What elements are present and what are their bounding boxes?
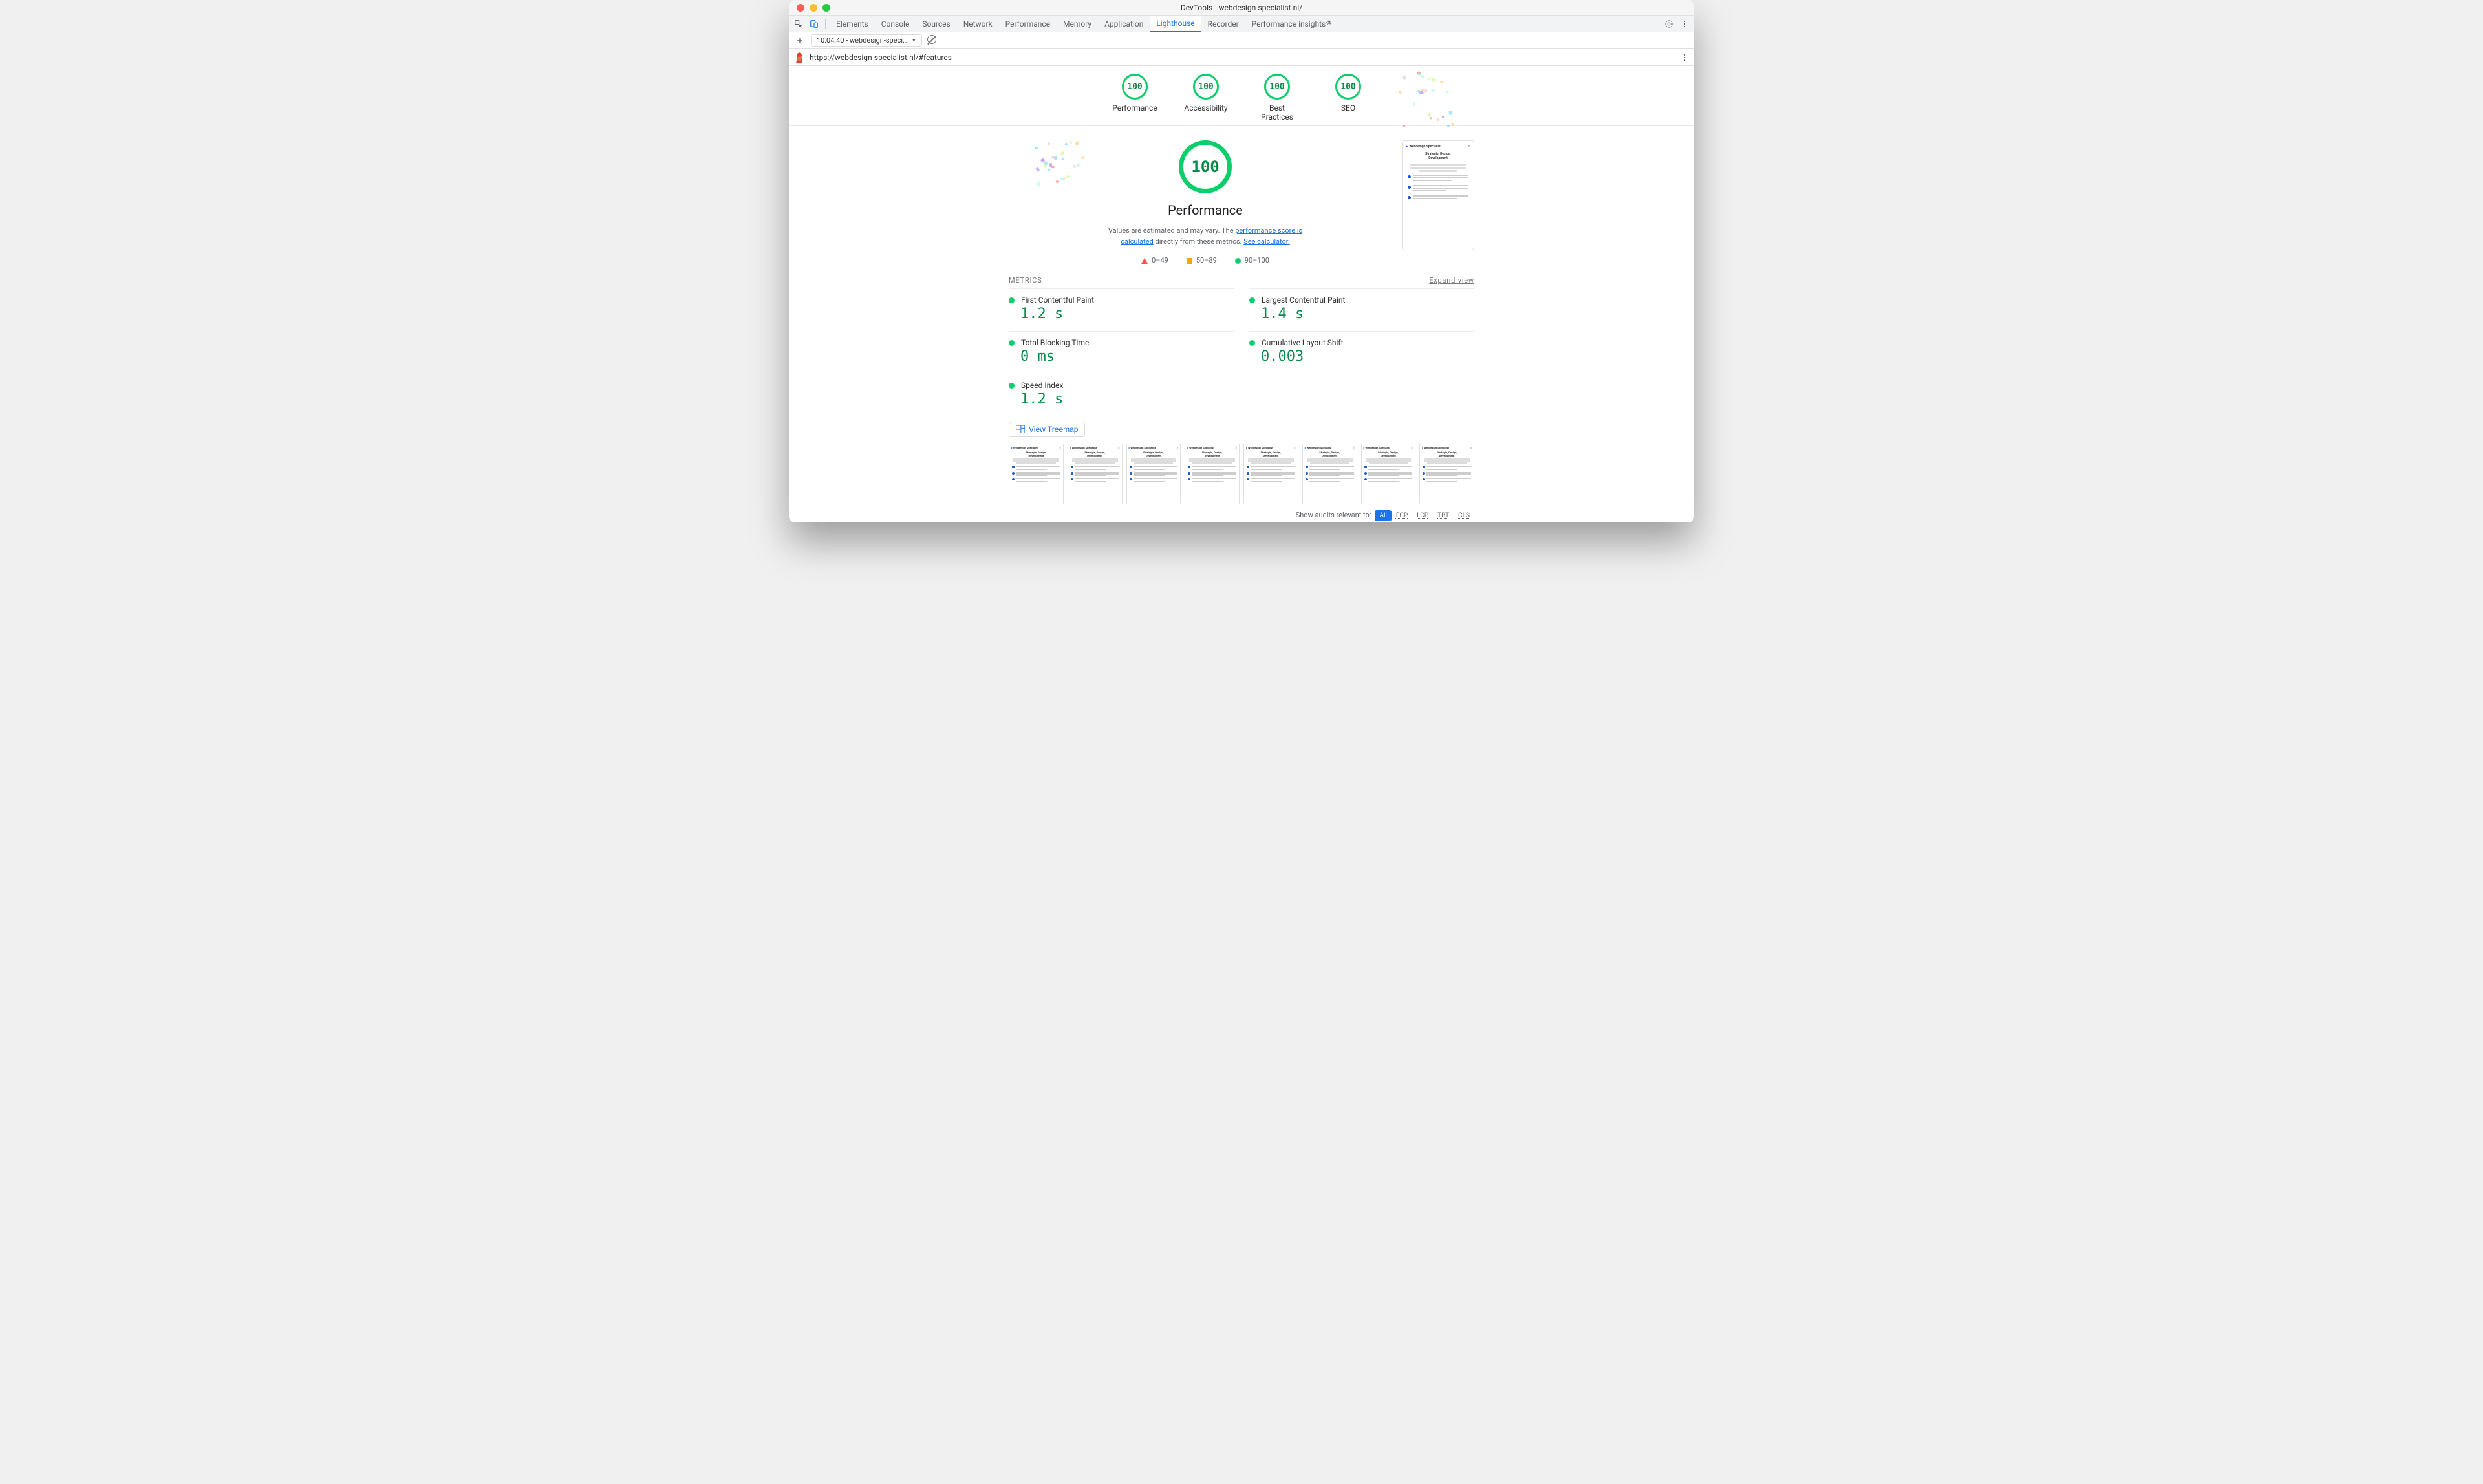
gauge-score: 100	[1193, 74, 1219, 100]
url-row: https://webdesign-specialist.nl/#feature…	[789, 49, 1694, 66]
filter-chip-lcp[interactable]: LCP	[1412, 510, 1433, 521]
filter-chip-fcp[interactable]: FCP	[1392, 510, 1412, 521]
filter-label: Show audits relevant to:	[1296, 511, 1371, 519]
metric-value: 0.003	[1249, 349, 1474, 365]
metric-value: 1.2 s	[1009, 306, 1234, 322]
filmstrip: ▸Webdesign Specialist≡Strategie, Design,…	[1009, 444, 1474, 504]
gauge-label: Best Practices	[1254, 103, 1300, 122]
lighthouse-toolbar: + 10:04:40 - webdesign-speci… ▼	[789, 32, 1694, 49]
metrics-heading: METRICS	[1009, 276, 1042, 285]
metrics-grid: First Contentful Paint1.2 sLargest Conte…	[1009, 288, 1474, 416]
gauge-label: SEO	[1341, 103, 1355, 113]
pass-bullet-icon	[1009, 383, 1015, 389]
devtools-tab-network[interactable]: Network	[957, 16, 999, 32]
devtools-tab-strip: ElementsConsoleSourcesNetworkPerformance…	[789, 16, 1694, 32]
page-screenshot-preview: ▸ Webdesign Specialist ≡ Strategie, Desi…	[1402, 140, 1474, 250]
beaker-icon: ⚗	[1326, 20, 1331, 27]
pass-bullet-icon	[1249, 340, 1255, 346]
summary-gauges: 100 Performance 100 Accessibility 100 Best Pr…	[789, 66, 1694, 126]
devtools-tab-memory[interactable]: Memory	[1057, 16, 1098, 32]
inspect-element-icon[interactable]	[791, 17, 806, 31]
mac-titlebar: DevTools - webdesign-specialist.nl/	[789, 0, 1694, 16]
see-calculator-link[interactable]: See calculator.	[1243, 237, 1290, 246]
expand-view-toggle[interactable]: Expand view	[1429, 276, 1474, 285]
performance-description: Values are estimated and may vary. The p…	[1095, 226, 1315, 247]
metrics-section-head: METRICS Expand view	[1009, 276, 1474, 285]
report-selector[interactable]: 10:04:40 - webdesign-speci… ▼	[811, 34, 922, 47]
clear-icon[interactable]	[927, 35, 936, 46]
filter-chip-tbt[interactable]: TBT	[1433, 510, 1454, 521]
summary-gauge-performance[interactable]: 100 Performance	[1112, 74, 1157, 122]
summary-gauge-accessibility[interactable]: 100 Accessibility	[1183, 74, 1229, 122]
metric-cumulative-layout-shift: Cumulative Layout Shift 0.003	[1249, 331, 1474, 374]
filter-chip-all[interactable]: All	[1375, 510, 1391, 521]
report-selector-label: 10:04:40 - webdesign-speci…	[817, 36, 907, 45]
metric-first-contentful-paint: First Contentful Paint1.2 s	[1009, 288, 1234, 331]
traffic-lights	[789, 4, 830, 12]
devtools-tab-lighthouse[interactable]: Lighthouse	[1150, 16, 1201, 32]
close-window-button[interactable]	[797, 4, 804, 12]
summary-gauge-best-practices[interactable]: 100 Best Practices	[1254, 74, 1300, 122]
more-vert-icon[interactable]	[1677, 17, 1692, 31]
chevron-down-icon: ▼	[911, 38, 916, 43]
performance-summary: 100 Performance Values are estimated and…	[1076, 140, 1335, 264]
metric-speed-index: Speed Index1.2 s	[1009, 374, 1234, 416]
summary-gauge-seo[interactable]: 100 SEO	[1326, 74, 1371, 122]
gauge-score: 100	[1264, 74, 1290, 100]
window-title: DevTools - webdesign-specialist.nl/	[1181, 3, 1302, 12]
legend-average-icon	[1187, 258, 1192, 264]
lighthouse-report: 100 Performance 100 Accessibility 100 Best Pr…	[789, 66, 1694, 522]
filmstrip-thumbnail[interactable]: ▸Webdesign Specialist≡Strategie, Design,…	[1009, 444, 1064, 504]
filmstrip-thumbnail[interactable]: ▸Webdesign Specialist≡Strategie, Design,…	[1361, 444, 1416, 504]
gauge-label: Performance	[1112, 103, 1157, 113]
devtools-tab-recorder[interactable]: Recorder	[1201, 16, 1245, 32]
filmstrip-thumbnail[interactable]: ▸Webdesign Specialist≡Strategie, Design,…	[1243, 444, 1298, 504]
metric-name: Largest Contentful Paint	[1262, 296, 1345, 305]
filmstrip-thumbnail[interactable]: ▸Webdesign Specialist≡Strategie, Design,…	[1302, 444, 1357, 504]
metric-value: 1.2 s	[1009, 391, 1234, 407]
gauge-label: Accessibility	[1184, 103, 1227, 113]
metric-name: Speed Index	[1021, 381, 1063, 390]
gauge-score: 100	[1335, 74, 1361, 100]
treemap-icon	[1016, 425, 1025, 433]
device-toggle-icon[interactable]	[807, 17, 821, 31]
fullscreen-window-button[interactable]	[822, 4, 830, 12]
devtools-tab-performance[interactable]: Performance	[999, 16, 1057, 32]
filmstrip-thumbnail[interactable]: ▸Webdesign Specialist≡Strategie, Design,…	[1419, 444, 1474, 504]
devtools-tab-sources[interactable]: Sources	[916, 16, 956, 32]
filmstrip-thumbnail[interactable]: ▸Webdesign Specialist≡Strategie, Design,…	[1185, 444, 1240, 504]
performance-score-gauge: 100	[1179, 140, 1232, 193]
settings-gear-icon[interactable]	[1662, 17, 1676, 31]
legend-pass-icon	[1235, 258, 1241, 264]
devtools-tab-application[interactable]: Application	[1098, 16, 1150, 32]
audit-filter: Show audits relevant to: AllFCPLCPTBTCLS	[1009, 511, 1474, 519]
devtools-tab-performance-insights[interactable]: Performance insights ⚗	[1245, 16, 1338, 32]
legend-fail-icon	[1141, 258, 1148, 264]
metric-total-blocking-time: Total Blocking Time 0 ms	[1009, 331, 1234, 374]
pass-bullet-icon	[1009, 297, 1015, 303]
devtools-tab-console[interactable]: Console	[875, 16, 916, 32]
report-more-vert-icon[interactable]	[1680, 53, 1689, 62]
performance-title: Performance	[1168, 202, 1243, 218]
metric-value: 1.4 s	[1249, 306, 1474, 322]
devtools-tab-elements[interactable]: Elements	[830, 16, 875, 32]
tested-url: https://webdesign-specialist.nl/#feature…	[810, 53, 952, 62]
lighthouse-logo-icon	[794, 52, 804, 63]
metric-name: First Contentful Paint	[1021, 296, 1094, 305]
new-report-button[interactable]: +	[794, 35, 806, 47]
metric-largest-contentful-paint: Largest Contentful Paint1.4 s	[1249, 288, 1474, 331]
metric-name: Total Blocking Time	[1021, 338, 1089, 347]
pass-bullet-icon	[1249, 297, 1255, 303]
filmstrip-thumbnail[interactable]: ▸Webdesign Specialist≡Strategie, Design,…	[1068, 444, 1123, 504]
filter-chip-cls[interactable]: CLS	[1454, 510, 1474, 521]
pass-bullet-icon	[1009, 340, 1015, 346]
view-treemap-button[interactable]: View Treemap	[1009, 422, 1085, 437]
filmstrip-thumbnail[interactable]: ▸Webdesign Specialist≡Strategie, Design,…	[1126, 444, 1181, 504]
score-legend: 0–49 50–89 90–100	[1141, 256, 1269, 264]
minimize-window-button[interactable]	[810, 4, 817, 12]
metric-value: 0 ms	[1009, 349, 1234, 365]
metric-name: Cumulative Layout Shift	[1262, 338, 1344, 347]
devtools-window: DevTools - webdesign-specialist.nl/ Elem…	[789, 0, 1694, 522]
gauge-score: 100	[1122, 74, 1148, 100]
